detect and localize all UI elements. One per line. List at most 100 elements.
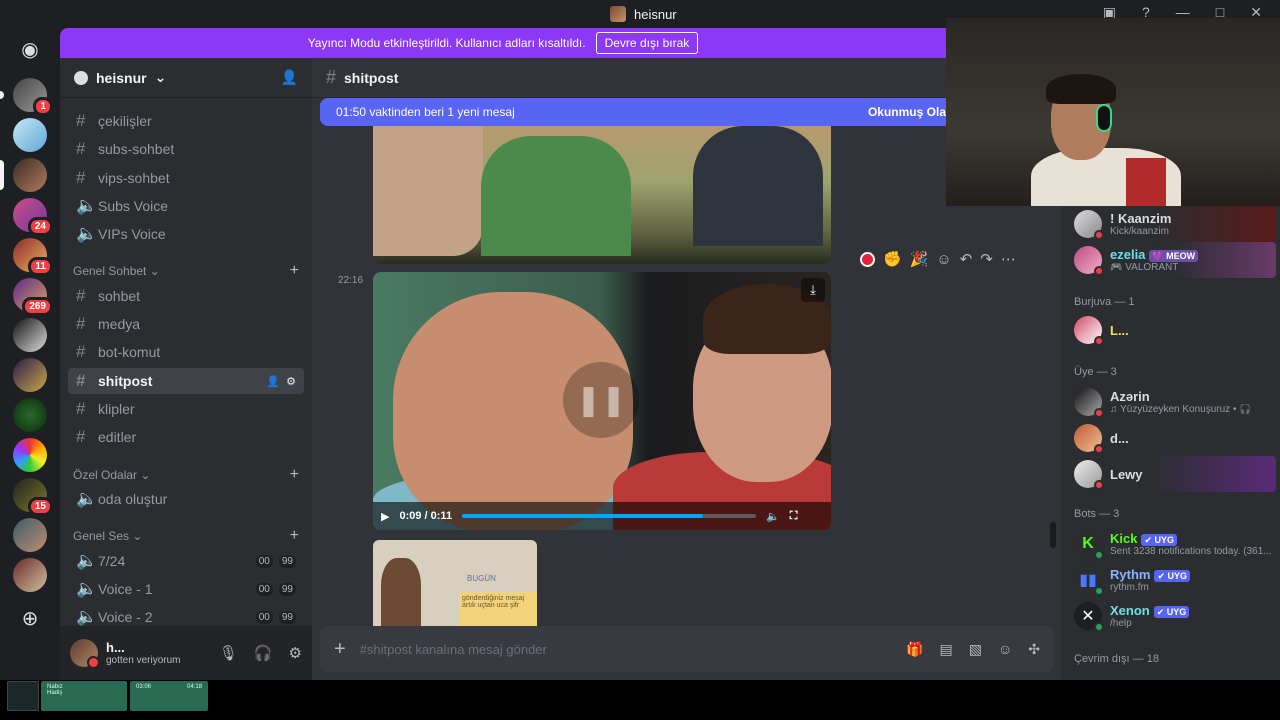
voice-channel-item[interactable]: 🔈 7/24 00 99 [68,548,304,574]
image-attachment[interactable] [373,126,831,264]
member-item[interactable]: K Kick ✔ UYG Sent 3238 notifications today… [1070,526,1276,562]
play-icon[interactable]: ▶ [381,510,389,523]
task-thumbnail[interactable]: Nabız Hadiş [41,681,127,711]
member-item[interactable]: ! Kaanzim Kick/kaanzim [1070,206,1276,242]
server-icon[interactable] [0,158,47,192]
server-icon[interactable] [13,518,47,552]
video-attachment[interactable]: ❚❚ ⤓ ▶ 0:09 / 0:11 🔈 ⛶ [373,272,831,530]
disable-streamer-mode-button[interactable]: Devre dışı bırak [595,32,699,54]
channel-item[interactable]: # sohbet [68,283,304,309]
server-icon[interactable] [13,358,47,392]
member-item[interactable]: d... [1070,420,1276,456]
server-icon[interactable]: 15 [13,478,53,516]
channel-item-active[interactable]: # shitpost 👤 ⚙ [68,368,304,394]
microphone-icon[interactable]: 🎙 [219,644,238,662]
record-reaction-icon[interactable] [860,251,875,267]
hash-icon: # [76,111,86,130]
mark-as-read-button[interactable]: Okunmuş Ola [868,105,946,119]
category-private-rooms[interactable]: Özel Odalar ⌄ + [73,465,299,485]
add-channel-icon[interactable]: + [290,466,299,484]
member-item[interactable]: ▮▮ Rythm ✔ UYG rythm.fm [1070,562,1276,598]
channel-item[interactable]: # klipler [68,396,304,422]
invite-icon[interactable]: 👤 [266,375,280,388]
member-item[interactable]: Azərin ♫ Yüzyüzeyken Konuşuruz • 🎧 [1070,384,1276,420]
video-progress-track[interactable] [462,514,757,518]
server-icon[interactable] [13,398,47,432]
new-messages-bar[interactable]: 01:50 vaktinden beri 1 yeni mesaj Okunmu… [320,98,946,126]
add-reaction-icon[interactable]: ☺ [936,251,951,268]
custom-status: gotten veriyorum [106,655,181,666]
video-progress-fill [462,514,704,518]
scrollbar[interactable] [1050,522,1056,548]
reply-icon[interactable]: ↶ [960,250,973,268]
server-icon[interactable]: 269 [13,278,53,316]
server-header[interactable]: heisnur ⌄ 👤 [60,58,312,98]
apps-icon[interactable]: ✣ [1028,641,1040,658]
channel-label: vips-sohbet [98,170,170,186]
message-input[interactable]: #shitpost kanalına mesaj gönder [360,642,892,657]
image-attachment[interactable]: BUGÜN gönderdiğiniz mesaj artık uçtan uc… [373,540,537,626]
add-attachment-icon[interactable]: + [334,638,346,661]
more-icon[interactable]: ⋯ [1001,250,1016,268]
gift-icon[interactable]: 🎁 [906,641,923,658]
invite-people-icon[interactable]: 👤 [281,69,298,86]
gear-icon[interactable]: ⚙ [286,375,296,388]
server-icon[interactable] [13,558,47,592]
video-controls: ▶ 0:09 / 0:11 🔈 ⛶ [373,502,831,530]
message-composer: + #shitpost kanalına mesaj gönder 🎁 ▤ ▧ … [320,626,1054,672]
category-general-chat[interactable]: Genel Sohbet ⌄ + [73,261,299,281]
channel-item[interactable]: # subs-sohbet [68,136,304,162]
channel-item[interactable]: 🔈 Subs Voice [68,193,304,219]
server-icon[interactable] [13,118,47,152]
download-icon[interactable]: ⤓ [801,278,825,302]
channel-item[interactable]: # çekilişler [68,108,304,134]
task-thumbnail[interactable] [7,681,39,711]
pause-icon[interactable]: ❚❚ [563,362,639,438]
forward-icon[interactable]: ↷ [980,250,993,268]
voice-channel-item[interactable]: 🔈 Voice - 1 00 99 [68,576,304,602]
add-server-icon[interactable]: ⊕ [13,601,47,635]
speaker-icon: 🔈 [76,224,98,243]
member-item[interactable]: ✕ Xenon ✔ UYG/help [1070,598,1276,634]
channel-item[interactable]: # editler [68,424,304,450]
member-list: ! Kaanzim Kick/kaanzim ezelia 💜 MEOW 🎮 VALO… [1062,206,1280,680]
window-title: heisnur [610,6,677,22]
channel-item[interactable]: # vips-sohbet [68,165,304,191]
channel-item[interactable]: 🔈 VIPs Voice [68,221,304,247]
gear-icon[interactable]: ⚙ [289,644,302,662]
member-item[interactable]: L... [1070,312,1276,348]
channel-item[interactable]: # medya [68,311,304,337]
gif-icon[interactable]: ▤ [940,641,953,658]
category-label: Genel Sohbet [73,264,147,278]
member-item[interactable]: Lewy [1070,456,1276,492]
fullscreen-icon[interactable]: ⛶ [790,510,798,523]
avatar[interactable] [70,639,100,669]
channel-item[interactable]: # bot-komut [68,339,304,365]
server-icon[interactable] [13,438,47,472]
channel-sidebar: heisnur ⌄ 👤 # çekilişler # subs-sohbet # vi… [60,58,312,680]
user-count: 00 [255,610,273,624]
category-general-voice[interactable]: Genel Ses ⌄ + [73,526,299,546]
user-limit: 99 [278,554,296,568]
task-thumbnail[interactable]: 03:06 04:18 [130,681,208,711]
add-channel-icon[interactable]: + [290,262,299,280]
discord-home-icon[interactable]: ◉ [13,32,47,66]
member-item[interactable]: ezelia 💜 MEOW 🎮 VALORANT [1070,242,1276,278]
avatar [1074,210,1104,240]
sticker-icon[interactable]: ▧ [969,641,982,658]
member-name: ! Kaanzim [1110,211,1172,226]
fist-reaction-icon[interactable]: ✊ [883,250,902,268]
headphones-icon[interactable]: 🎧 [254,644,273,662]
channel-item[interactable]: 🔈 oda oluştur [68,486,304,512]
volume-icon[interactable]: 🔈 [766,510,780,523]
server-icon[interactable]: 24 [13,198,53,236]
user-count: 00 [255,582,273,596]
party-reaction-icon[interactable]: 🎉 [910,250,929,268]
server-icon[interactable]: 11 [13,238,53,276]
emoji-icon[interactable]: ☺ [998,641,1012,658]
server-icon[interactable] [13,318,47,352]
member-name: Azərin [1110,389,1150,404]
add-channel-icon[interactable]: + [290,527,299,545]
server-icon[interactable]: 1 [0,78,53,116]
user-limit: 99 [278,610,296,624]
